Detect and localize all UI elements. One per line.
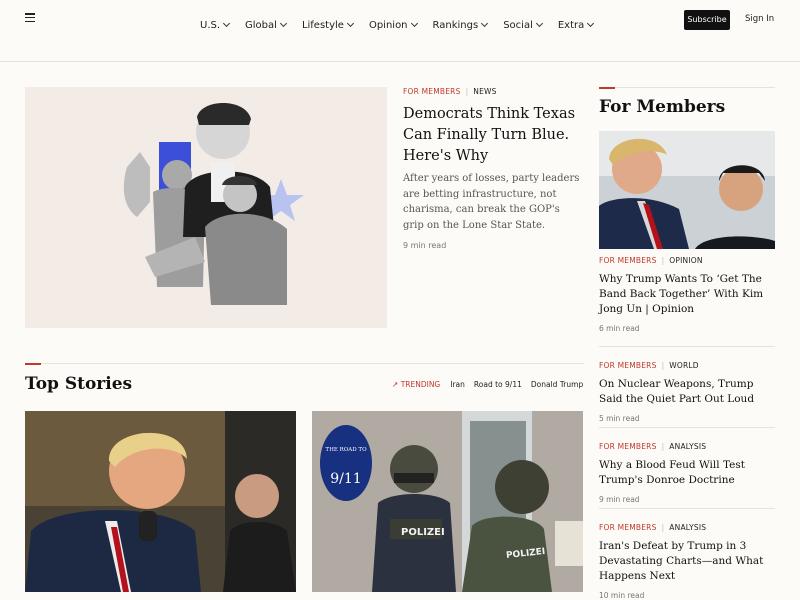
read-time: 10 min read [599,591,645,600]
sidebar-story-headline[interactable]: Why Trump Wants To ‘Get The Band Back To… [599,272,775,317]
section-rule [615,87,775,88]
nav-item-us[interactable]: U.S. [200,19,231,31]
for-members-title: For Members [599,97,726,117]
section-tag[interactable]: OPINION [669,256,702,265]
trending-link[interactable]: Iran [450,380,465,389]
trending-icon: ↗ [392,380,399,389]
nav-item-extra[interactable]: Extra [558,19,595,31]
trending-label: ↗ TRENDING [392,380,441,389]
section-rule [41,363,584,364]
nav-item-rankings[interactable]: Rankings [433,19,489,31]
chevron-down-icon [346,19,354,28]
trending-bar: ↗ TRENDING Iran Road to 9/11 Donald Trum… [392,380,592,389]
lead-story-image[interactable] [25,87,387,328]
read-time: 6 min read [599,324,640,333]
divider [599,508,775,509]
lead-kicker: FOR MEMBERS | NEWS [403,87,497,96]
chevron-down-icon [481,19,489,28]
sign-in-link[interactable]: Sign In [745,14,774,24]
members-tag[interactable]: FOR MEMBERS [599,442,657,451]
section-accent-rule [25,363,41,365]
sidebar-story: FOR MEMBERS | ANALYSIS Why a Blood Feud Wi… [599,442,775,504]
sidebar-story: FOR MEMBERS | WORLD On Nuclear Weapons, Tr… [599,361,775,423]
top-stories-title: Top Stories [25,374,133,394]
divider [599,427,775,428]
members-tag[interactable]: FOR MEMBERS [599,256,657,265]
menu-icon[interactable] [25,13,35,23]
main-nav: U.S. Global Lifestyle Opinion Rankings S… [200,19,609,31]
nav-item-lifestyle[interactable]: Lifestyle [302,19,354,31]
chevron-down-icon [279,19,287,28]
for-members-image[interactable] [599,131,775,249]
sidebar-story: FOR MEMBERS | ANALYSIS Iran's Defeat by Tr… [599,523,775,600]
sidebar-story: FOR MEMBERS | OPINION Why Trump Wants To ‘… [599,256,775,333]
read-time: 9 min read [599,495,640,504]
lead-headline[interactable]: Democrats Think Texas Can Finally Turn B… [403,104,583,167]
members-tag[interactable]: FOR MEMBERS [599,361,657,370]
trending-link[interactable]: Road to 9/11 [474,380,522,389]
members-tag[interactable]: FOR MEMBERS [599,523,657,532]
sidebar-story-headline[interactable]: Why a Blood Feud Will Test Trump's Donro… [599,458,775,488]
lead-read-time: 9 min read [403,241,447,250]
chevron-down-icon [587,19,595,28]
section-tag[interactable]: WORLD [669,361,698,370]
section-tag[interactable]: NEWS [473,87,496,96]
badge-small-text: THE ROAD TO [325,447,367,453]
top-story-image-1[interactable] [25,411,296,592]
top-story-image-2[interactable]: THE ROAD TO 9/11 POLIZEI POLIZEI [312,411,583,592]
lead-dek: After years of losses, party leaders are… [403,173,580,231]
sidebar-story-headline[interactable]: Iran's Defeat by Trump in 3 Devastating … [599,539,775,584]
section-tag[interactable]: ANALYSIS [669,523,706,532]
vest-text-left: POLIZEI [401,527,445,538]
section-tag[interactable]: ANALYSIS [669,442,706,451]
trending-link[interactable]: Donald Trump [531,380,583,389]
sidebar-story-headline[interactable]: On Nuclear Weapons, Trump Said the Quiet… [599,377,775,407]
site-header: U.S. Global Lifestyle Opinion Rankings S… [0,0,800,62]
chevron-down-icon [535,19,543,28]
nav-item-opinion[interactable]: Opinion [369,19,418,31]
members-tag[interactable]: FOR MEMBERS [403,87,461,96]
subscribe-button[interactable]: Subscribe [684,10,730,30]
chevron-down-icon [410,19,418,28]
badge-big-text: 9/11 [330,471,362,487]
divider [599,346,775,347]
section-accent-rule [599,87,615,89]
road-to-911-badge: THE ROAD TO 9/11 [320,425,372,501]
read-time: 5 min read [599,414,640,423]
nav-item-global[interactable]: Global [245,19,287,31]
nav-item-social[interactable]: Social [503,19,543,31]
chevron-down-icon [222,19,231,28]
